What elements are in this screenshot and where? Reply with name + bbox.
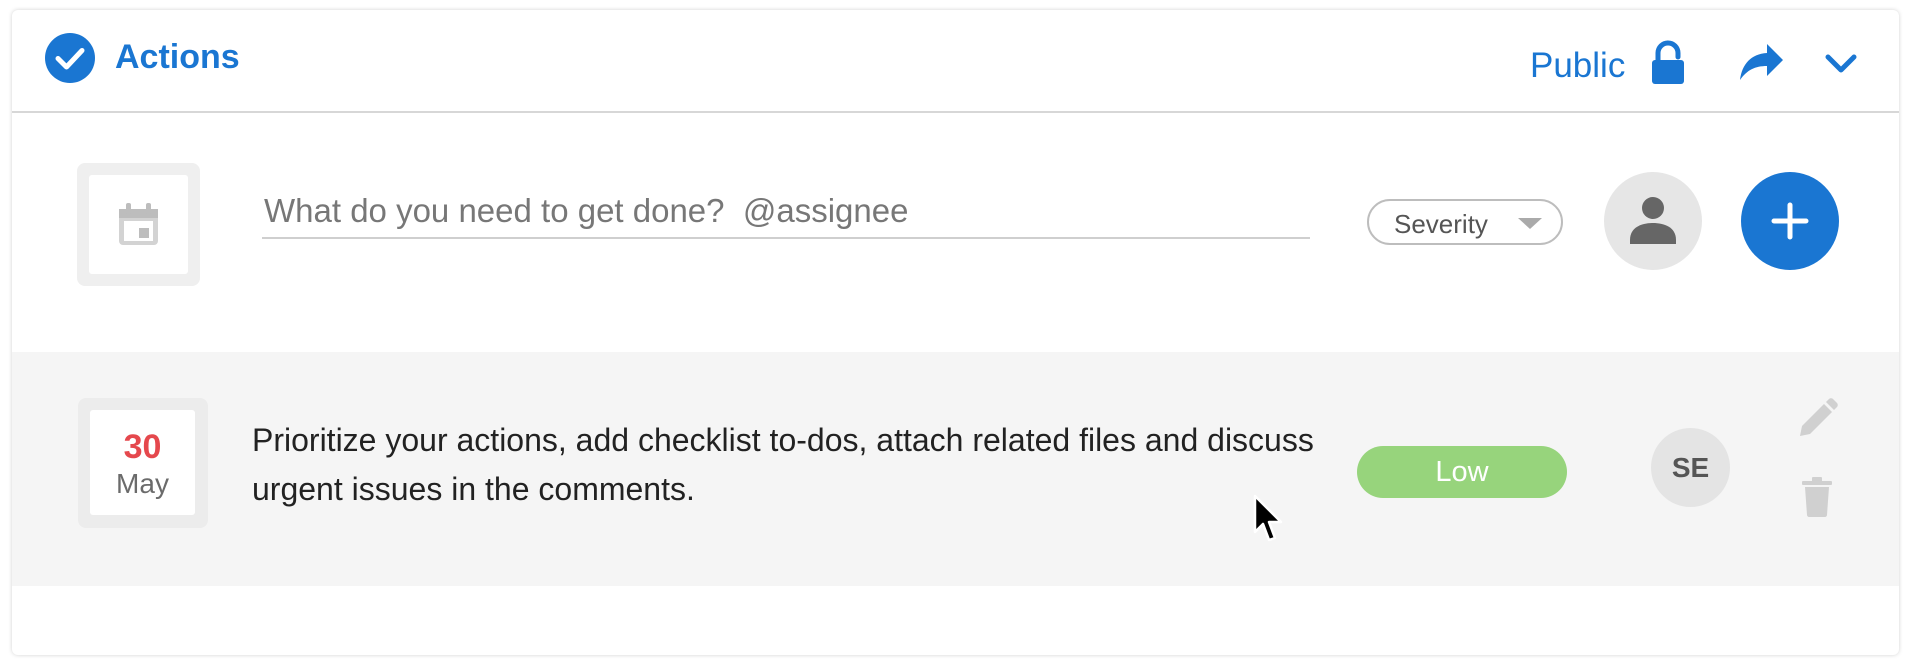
- assignee-avatar[interactable]: SE: [1651, 428, 1730, 507]
- date-picker-inner: [89, 175, 188, 274]
- action-item-row[interactable]: 30 May Prioritize your actions, add chec…: [12, 352, 1899, 586]
- unlock-icon[interactable]: [1648, 40, 1688, 86]
- action-description[interactable]: Prioritize your actions, add checklist t…: [252, 416, 1332, 514]
- panel-header: Actions Public: [12, 10, 1899, 113]
- new-action-row: Severity: [12, 113, 1899, 351]
- add-action-button[interactable]: [1741, 172, 1839, 270]
- severity-select[interactable]: Severity: [1367, 199, 1563, 245]
- person-icon: [1630, 197, 1676, 244]
- new-action-input[interactable]: [262, 185, 1310, 239]
- calendar-icon: [119, 203, 158, 245]
- check-circle-icon: [45, 33, 95, 83]
- assignee-picker-button[interactable]: [1604, 172, 1702, 270]
- mouse-cursor-icon: [1253, 494, 1285, 544]
- due-date-badge[interactable]: 30 May: [78, 398, 208, 528]
- plus-icon: [1771, 202, 1809, 240]
- edit-pencil-icon[interactable]: [1794, 396, 1840, 442]
- due-date-day: 30: [123, 428, 162, 466]
- actions-panel: Actions Public What do you need to get d…: [12, 10, 1899, 655]
- due-date-inner: 30 May: [90, 410, 195, 515]
- caret-down-icon: [1518, 218, 1542, 229]
- severity-select-label: Severity: [1394, 209, 1488, 239]
- severity-badge[interactable]: Low: [1357, 446, 1567, 498]
- due-date-month: May: [116, 468, 169, 499]
- panel-title: Actions: [115, 38, 240, 76]
- visibility-label[interactable]: Public: [1530, 46, 1625, 86]
- trash-icon[interactable]: [1800, 477, 1834, 517]
- share-arrow-icon[interactable]: [1737, 42, 1787, 84]
- date-picker-button[interactable]: [77, 163, 200, 286]
- chevron-down-icon[interactable]: [1823, 48, 1859, 78]
